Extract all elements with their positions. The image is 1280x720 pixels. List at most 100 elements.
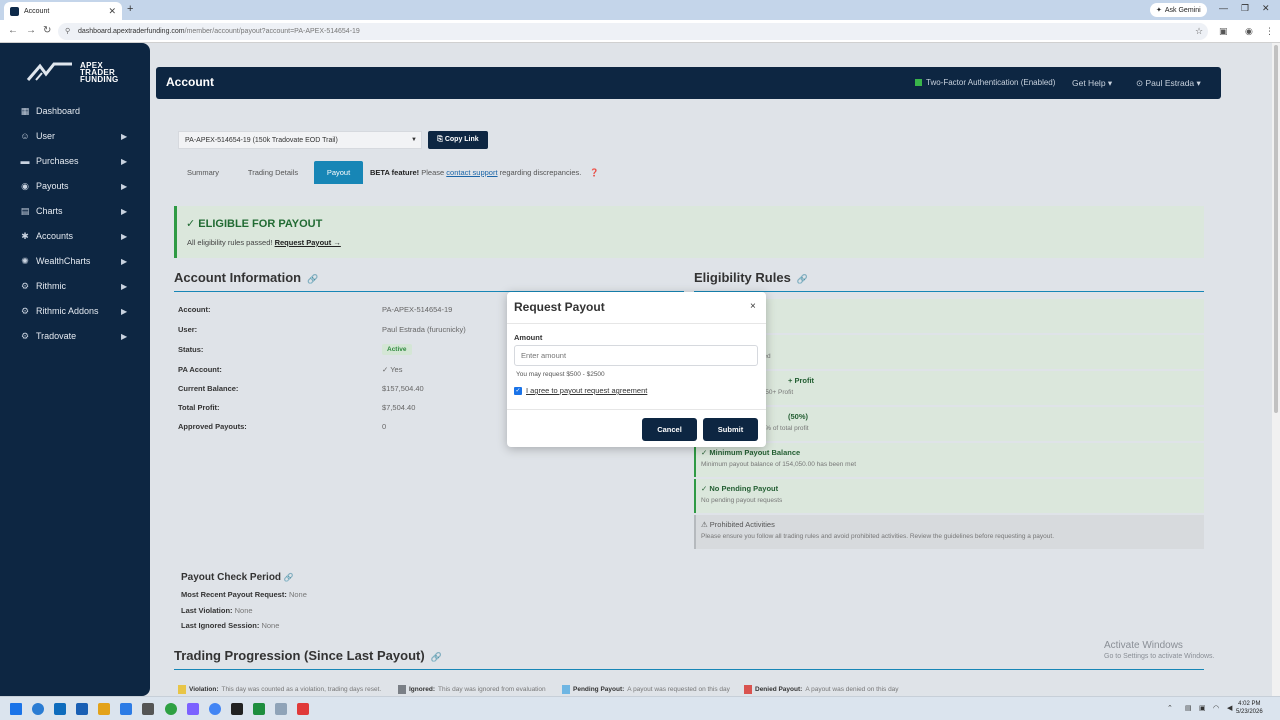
status-badge: Active [382,344,412,355]
extensions-icon[interactable]: ▣ [1219,26,1228,37]
eligibility-rule: eted [694,335,1204,369]
reload-icon[interactable]: ↻ [43,25,51,36]
payout-check-row: Last Ignored Session: None [181,621,280,630]
browser-tab[interactable]: Account ✕ [4,2,122,20]
rule-description: No pending payout requests [701,497,783,504]
request-payout-link[interactable]: Request Payout → [275,238,341,247]
link-icon[interactable]: 🔗 [284,573,294,582]
forward-icon[interactable]: → [26,25,36,36]
menu-icon[interactable]: ⋮ [1265,26,1274,37]
submit-button[interactable]: Submit [703,418,758,441]
wealthcharts-icon: ✺ [21,256,29,266]
folder-icon[interactable] [120,703,132,715]
info-value: $7,504.40 [382,403,416,412]
volume-icon[interactable]: ◀ [1227,704,1232,712]
tray-app-icon[interactable]: ▤ [1185,704,1192,712]
eligibility-rule: e [694,299,1204,333]
legend-swatch [178,685,186,694]
copilot-icon[interactable] [98,703,110,715]
copy-link-button[interactable]: ⎘ Copy Link [428,131,488,149]
start-icon[interactable] [10,703,22,715]
sidebar-item-charts[interactable]: ▤ Charts ▶ [0,200,150,222]
notepad-icon[interactable] [142,703,154,715]
scrollbar-thumb[interactable] [1274,45,1278,413]
windows-taskbar: ⌃ ▤ ▣ ◠ ◀ 4:02 PM 5/23/2026 [0,696,1280,720]
spotify-icon[interactable] [165,703,177,715]
page-scrollbar[interactable] [1272,43,1280,696]
info-label: PA Account: [178,365,222,374]
sidebar-item-label: Rithmic Addons [36,306,99,316]
windows-activation-watermark: Activate Windows Go to Settings to activ… [1104,640,1215,660]
chevron-right-icon: ▶ [121,281,128,291]
maximize-icon[interactable]: ❐ [1241,3,1249,14]
agreement-row: ✓ I agree to payout request agreement [514,386,647,395]
sidebar-item-purchases[interactable]: ▬ Purchases ▶ [0,150,150,172]
app-icon[interactable] [297,703,309,715]
terminal-icon[interactable] [253,703,265,715]
taskview-icon[interactable] [54,703,66,715]
snipping-icon[interactable] [275,703,287,715]
sidebar-item-user[interactable]: ☺ User ▶ [0,125,150,147]
eligibility-rule: (50%) 50% of total profit [694,407,1204,441]
user-menu[interactable]: ⊙ Paul Estrada ▾ [1136,78,1201,89]
cancel-button[interactable]: Cancel [642,418,697,441]
site-info-icon[interactable]: ⚲ [65,27,70,35]
sidebar-item-dashboard[interactable]: ▦ Dashboard [0,100,150,122]
amount-input[interactable] [514,345,758,366]
close-icon[interactable]: × [750,301,756,312]
tray-chevron-icon[interactable]: ⌃ [1167,704,1173,712]
chevron-right-icon: ▶ [121,156,128,166]
bookmark-star-icon[interactable]: ☆ [1195,26,1203,37]
sidebar-item-rithmic[interactable]: ⚙ Rithmic ▶ [0,275,150,297]
link-icon[interactable]: 🔗 [431,652,442,662]
chevron-down-icon: ▼ [411,137,417,143]
page-header: Account Two-Factor Authentication (Enabl… [156,67,1221,99]
info-label: Status: [178,345,204,354]
window-close-icon[interactable]: ✕ [1262,3,1270,14]
link-icon[interactable]: 🔗 [797,274,808,284]
link-icon[interactable]: 🔗 [307,274,318,284]
addons-icon: ⚙ [20,306,30,316]
gemini-icon: ✦ [1156,7,1162,14]
url-field[interactable]: ⚲ dashboard.apextraderfunding.com/member… [58,23,1208,40]
chrome-icon[interactable] [209,703,221,715]
contact-support-link[interactable]: contact support [446,168,497,177]
tab-summary[interactable]: Summary [178,161,228,184]
modal-title: Request Payout [514,300,605,314]
back-icon[interactable]: ← [8,25,18,36]
sidebar-item-wealthcharts[interactable]: ✺ WealthCharts ▶ [0,250,150,272]
modal-divider [507,323,766,324]
profile-icon[interactable]: ◉ [1245,26,1253,37]
eligible-title: ✓ ELIGIBLE FOR PAYOUT [186,218,323,230]
rule-title: (50%) [788,412,809,421]
tab-payout[interactable]: Payout [314,161,363,184]
wifi-icon[interactable]: ◠ [1213,704,1219,712]
get-help-dropdown[interactable]: Get Help ▾ [1072,78,1112,89]
new-tab-button[interactable]: + [127,3,133,15]
agreement-checkbox[interactable]: ✓ [514,386,522,395]
minimize-icon[interactable]: — [1219,3,1228,13]
rule-description: Minimum payout balance of 154,050.00 has… [701,461,857,468]
sidebar-item-rithmic-addons[interactable]: ⚙ Rithmic Addons ▶ [0,300,150,322]
xbox-icon[interactable] [76,703,88,715]
tab-trading-details[interactable]: Trading Details [240,161,306,184]
sidebar-item-tradovate[interactable]: ⚙ Tradovate ▶ [0,325,150,347]
agreement-link[interactable]: I agree to payout request agreement [526,386,647,395]
sidebar-item-accounts[interactable]: ✱ Accounts ▶ [0,225,150,247]
help-circle-icon[interactable]: ❓ [589,168,598,177]
cart-icon: ▬ [20,156,30,166]
apex-logo[interactable]: APEX TRADER FUNDING [26,59,136,85]
two-factor-status[interactable]: Two-Factor Authentication (Enabled) [915,78,1055,87]
tray-app-icon[interactable]: ▣ [1199,704,1206,712]
amount-hint: You may request $500 - $2500 [516,371,605,378]
app-icon[interactable] [231,703,243,715]
ask-gemini-button[interactable]: ✦ Ask Gemini [1150,3,1207,17]
edge-icon[interactable] [32,703,44,715]
account-select[interactable]: PA-APEX-514654-19 (150k Tradovate EOD Tr… [178,131,422,149]
rithmic-icon: ⚙ [20,281,30,291]
tab-close-icon[interactable]: ✕ [108,6,116,17]
discord-icon[interactable] [187,703,199,715]
sidebar-item-label: WealthCharts [36,256,91,266]
sidebar-item-payouts[interactable]: ◉ Payouts ▶ [0,175,150,197]
taskbar-clock[interactable]: 4:02 PM 5/23/2026 [1236,700,1263,716]
